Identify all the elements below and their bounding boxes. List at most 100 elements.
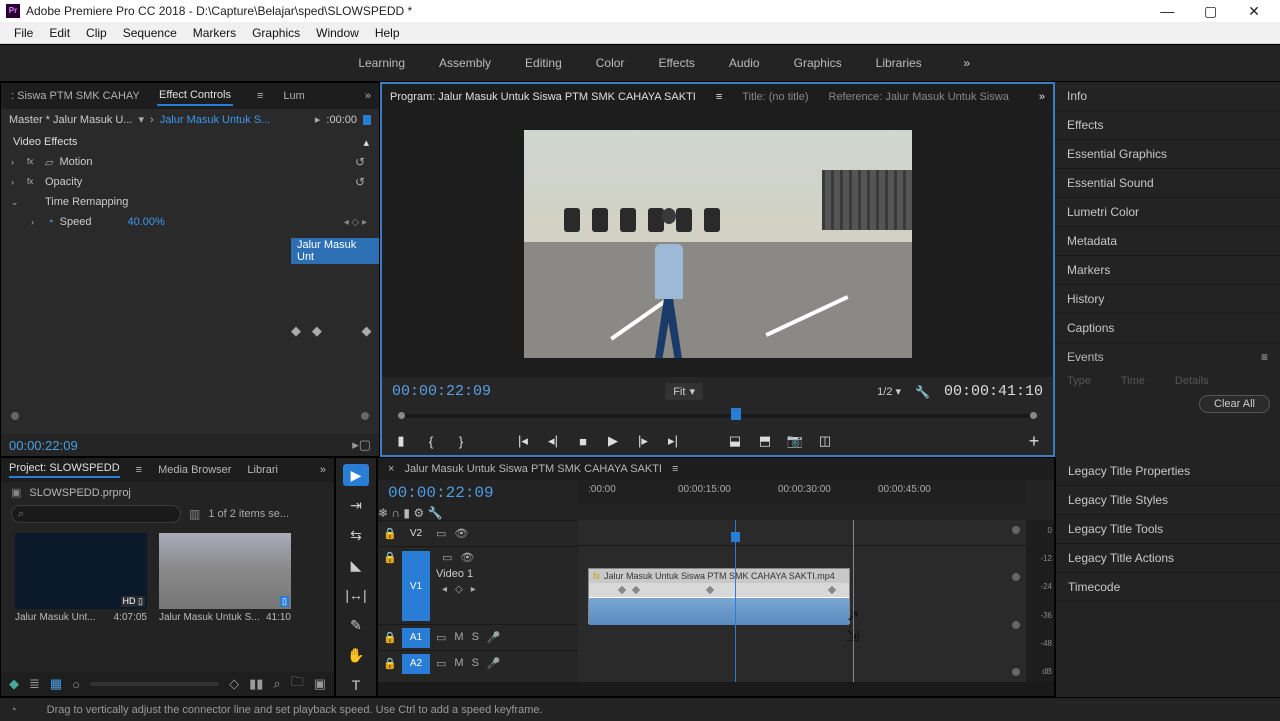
razor-tool[interactable]: ◣ <box>343 554 369 576</box>
panel-info[interactable]: Info <box>1055 82 1280 111</box>
find-icon[interactable]: ⌕ <box>273 676 280 692</box>
panel-menu-icon[interactable]: ≡ <box>672 463 678 475</box>
workspace-audio[interactable]: Audio <box>729 56 760 70</box>
lift-icon[interactable]: ⬓ <box>726 432 744 450</box>
panel-overflow-icon[interactable]: » <box>1039 91 1045 103</box>
fx-badge-icon[interactable]: fx <box>27 177 39 187</box>
panel-menu-icon[interactable]: ≡ <box>136 464 142 476</box>
ec-mini-playhead[interactable] <box>363 115 371 125</box>
pen-tool[interactable]: ✎ <box>343 614 369 636</box>
mute-button[interactable]: M <box>454 657 463 670</box>
button-editor-icon[interactable]: + <box>1025 432 1043 450</box>
panel-history[interactable]: History <box>1055 285 1280 314</box>
panel-legacy-title-styles[interactable]: Legacy Title Styles <box>1056 486 1280 515</box>
lock-icon[interactable]: 🔒 <box>378 551 402 564</box>
scroll-handle[interactable] <box>1012 621 1020 629</box>
program-scrubber[interactable] <box>392 406 1043 426</box>
ripple-edit-tool[interactable]: ⇆ <box>343 524 369 546</box>
automate-icon[interactable]: ▮▮ <box>249 676 263 692</box>
panel-menu-icon[interactable]: ≡ <box>716 91 722 103</box>
reset-icon[interactable]: ↺ <box>355 175 365 189</box>
panel-lumetri-color[interactable]: Lumetri Color <box>1055 198 1280 227</box>
menu-sequence[interactable]: Sequence <box>115 26 185 40</box>
panel-captions[interactable]: Captions <box>1055 314 1280 343</box>
write-lock-icon[interactable]: ◆ <box>9 676 19 692</box>
transform-icon[interactable]: ▱ <box>45 156 53 169</box>
new-item-icon[interactable]: ▣ <box>314 676 326 692</box>
panel-menu-icon[interactable]: ≡ <box>257 90 263 102</box>
twirl-down-icon[interactable]: ⌄ <box>11 197 21 208</box>
timeline-playhead[interactable] <box>735 520 736 682</box>
voiceover-icon[interactable]: 🎤 <box>487 631 501 644</box>
menu-clip[interactable]: Clip <box>78 26 115 40</box>
bin-icon[interactable]: ▣ <box>11 486 21 499</box>
resolution-dropdown[interactable]: 1/2 ▾ <box>877 385 901 398</box>
track-select-tool[interactable]: ⇥ <box>343 494 369 516</box>
reset-icon[interactable]: ↺ <box>355 155 365 169</box>
timeline-horizontal-scroll[interactable] <box>378 682 1054 696</box>
mark-in-icon[interactable]: { <box>422 432 440 450</box>
goto-out-icon[interactable]: ▸| <box>664 432 682 450</box>
zoom-slider[interactable] <box>90 682 219 686</box>
tab-project[interactable]: Project: SLOWSPEDD <box>9 462 120 478</box>
keyframe-icon[interactable] <box>618 586 626 594</box>
workspace-assembly[interactable]: Assembly <box>439 56 491 70</box>
ec-zoom-icon[interactable]: ▸▢ <box>352 437 371 453</box>
timeline-tracks-area[interactable]: fxJalur Masuk Untuk Siswa PTM SMK CAHAYA… <box>578 520 1026 682</box>
tab-libraries[interactable]: Librari <box>247 464 278 476</box>
menu-file[interactable]: File <box>6 26 41 40</box>
program-tab[interactable]: Program: Jalur Masuk Untuk Siswa PTM SMK… <box>390 91 696 103</box>
linked-selection-icon[interactable]: ∩ <box>391 506 400 520</box>
menu-help[interactable]: Help <box>367 26 408 40</box>
snap-icon[interactable]: ❄ <box>378 506 388 520</box>
maximize-button[interactable]: ▢ <box>1191 3 1231 20</box>
project-item-1[interactable]: HD ▯ Jalur Masuk Unt...4:07:05 <box>15 533 147 623</box>
track-v2[interactable]: V2 <box>402 524 430 544</box>
workspace-color[interactable]: Color <box>596 56 625 70</box>
wrench-icon[interactable]: 🔧 <box>427 506 442 520</box>
ec-motion[interactable]: Motion <box>59 156 92 168</box>
close-button[interactable]: ✕ <box>1234 3 1274 20</box>
project-search-input[interactable]: ⌕ <box>11 505 181 523</box>
lock-icon[interactable]: 🔒 <box>378 527 402 540</box>
track-a1[interactable]: A1 <box>402 628 430 648</box>
step-back-icon[interactable]: ◂| <box>544 432 562 450</box>
toggle-sync-icon[interactable]: 👁 <box>454 527 468 540</box>
wrench-icon[interactable]: 🔧 <box>915 385 930 399</box>
menu-graphics[interactable]: Graphics <box>244 26 308 40</box>
scroll-handle-right[interactable] <box>361 412 369 420</box>
timeline-work-area-end[interactable] <box>853 520 854 682</box>
program-playhead[interactable] <box>731 408 741 420</box>
project-item-2[interactable]: ▯ Jalur Masuk Untuk S...41:10 <box>159 533 291 623</box>
timeline-timecode[interactable]: 00:00:22:09 <box>378 480 578 506</box>
tab-effect-controls[interactable]: Effect Controls <box>157 86 233 106</box>
ec-timecode[interactable]: 00:00:22:09 <box>9 438 78 453</box>
workspace-editing[interactable]: Editing <box>525 56 562 70</box>
tab-lumetri[interactable]: Lum <box>281 87 306 105</box>
workspace-effects[interactable]: Effects <box>658 56 694 70</box>
ec-keyframe-markers[interactable]: ◆ ◆ ◆ <box>291 323 372 339</box>
panel-essential-graphics[interactable]: Essential Graphics <box>1055 140 1280 169</box>
scroll-handle[interactable] <box>1012 668 1020 676</box>
marker-icon[interactable]: ▮ <box>403 506 410 520</box>
toggle-output-icon[interactable]: ▭ <box>436 527 446 540</box>
timeline-video-clip[interactable]: fxJalur Masuk Untuk Siswa PTM SMK CAHAYA… <box>588 568 850 624</box>
marker-icon[interactable]: ▮ <box>392 432 410 450</box>
menu-markers[interactable]: Markers <box>185 26 244 40</box>
goto-in-icon[interactable]: |◂ <box>514 432 532 450</box>
twirl-icon[interactable]: › <box>31 217 41 227</box>
slip-tool[interactable]: |↔| <box>343 584 369 606</box>
clear-all-button[interactable]: Clear All <box>1199 395 1270 413</box>
lock-icon[interactable]: 🔒 <box>378 631 402 644</box>
workspace-overflow-icon[interactable]: » <box>963 56 970 70</box>
keyframe-icon[interactable] <box>706 586 714 594</box>
export-frame-icon[interactable]: 📷 <box>786 432 804 450</box>
ec-sequence-link[interactable]: Jalur Masuk Untuk S... <box>160 114 271 126</box>
selection-tool[interactable]: ▶ <box>343 464 369 486</box>
toggle-output-icon[interactable]: ▭ <box>436 631 446 644</box>
workspace-libraries[interactable]: Libraries <box>876 56 922 70</box>
lock-icon[interactable]: 🔒 <box>378 657 402 670</box>
step-forward-icon[interactable]: |▸ <box>634 432 652 450</box>
solo-button[interactable]: S <box>472 631 479 644</box>
scroll-handle[interactable] <box>1012 526 1020 534</box>
